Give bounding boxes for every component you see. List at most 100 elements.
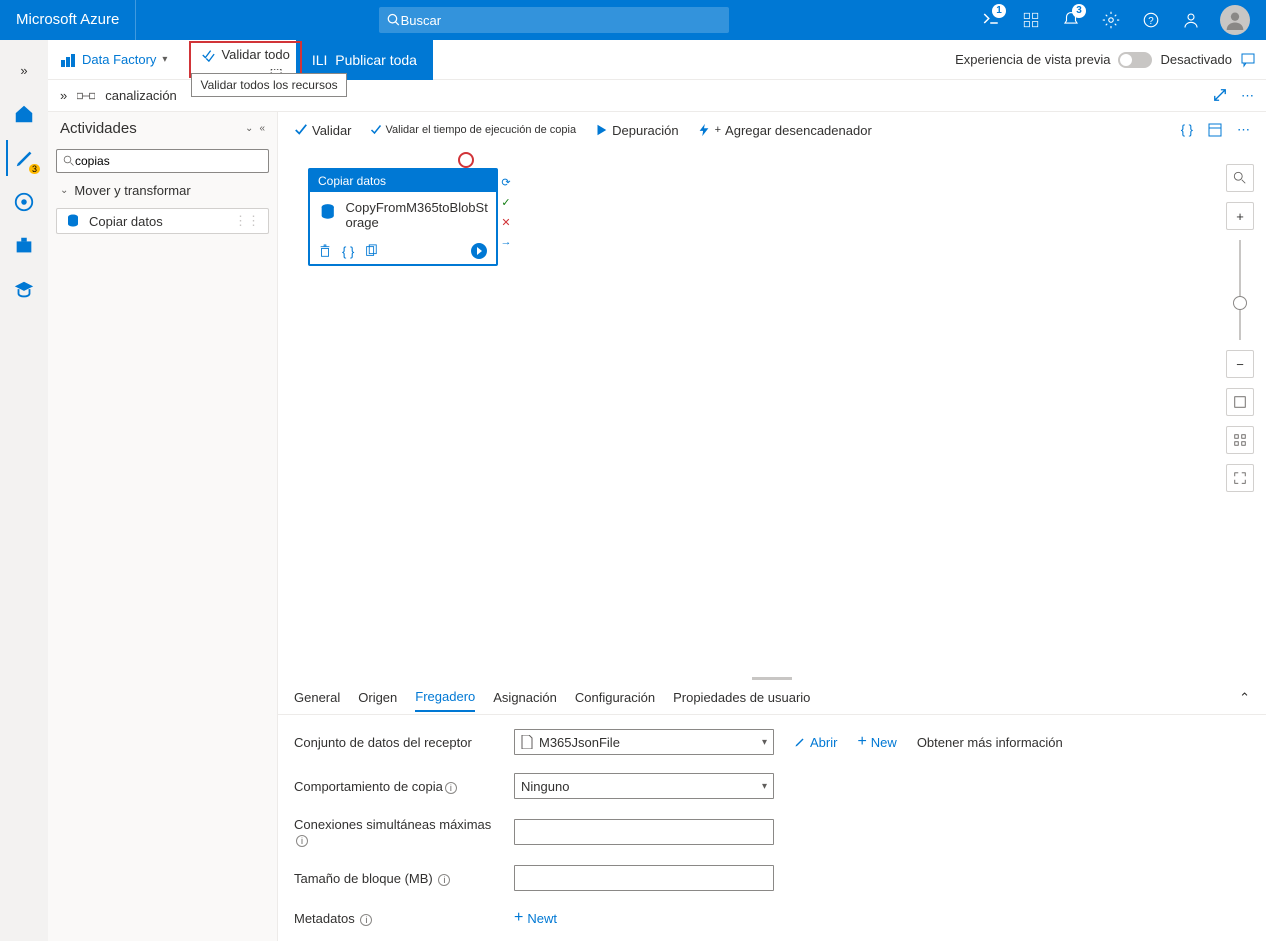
feedback-small-icon[interactable] [1240,52,1256,68]
feedback-icon[interactable] [1172,0,1210,40]
activities-collapse-left-icon[interactable]: « [259,123,265,134]
info-icon[interactable]: i [296,835,308,847]
node-run-icon[interactable] [470,242,488,260]
breadcrumb-expand-icon[interactable]: » [60,88,67,103]
node-code-icon[interactable]: { } [342,244,354,259]
chevron-down-icon: ⌄ [60,185,68,196]
activities-collapse-down-icon[interactable]: ⌄ [245,123,253,134]
node-success-icon: ✓ [498,194,514,210]
file-icon [521,735,533,749]
debug-button[interactable]: Depuración [594,123,679,138]
zoom-out-button[interactable]: − [1226,350,1254,378]
node-output-icon[interactable]: → [498,234,514,250]
tab-userprops[interactable]: Propiedades de usuario [673,684,810,711]
zoom-slider[interactable] [1239,240,1241,340]
rail-learn-icon[interactable] [6,272,42,308]
canvas-toolbar: Validar Validar el tiempo de ejecución d… [278,112,1266,148]
breadcrumb-more-icon[interactable]: ⋯ [1241,88,1254,104]
chevron-down-icon: ▾ [762,781,767,792]
rail-author-badge: 3 [29,164,40,174]
validate-all-button[interactable]: Validar todo [201,47,289,62]
more-info-link[interactable]: Obtener más información [917,735,1063,750]
azure-top-bar: Microsoft Azure 1 3 ? [0,0,1266,40]
settings-gear-icon[interactable] [1092,0,1130,40]
copy-behavior-label: Comportamiento de copiai [294,779,494,794]
node-fail-icon: ✕ [498,214,514,230]
global-search-input[interactable] [401,13,722,28]
sink-dataset-select[interactable]: M365JsonFile ▾ [514,729,774,755]
expand-diag-icon[interactable] [1213,88,1227,102]
block-size-label: Tamaño de bloque (MB) i [294,871,494,886]
global-search[interactable] [379,7,729,33]
canvas-node-copy[interactable]: Copiar datos CopyFromM365toBlobStorage {… [308,168,498,266]
svg-text:?: ? [1148,16,1154,27]
zoom-controls: + − [1226,164,1254,492]
error-indicator-icon [458,152,474,168]
validate-button[interactable]: Validar [294,123,352,138]
rail-manage-icon[interactable] [6,228,42,264]
cloud-shell-icon[interactable]: 1 [972,0,1010,40]
directories-icon[interactable] [1012,0,1050,40]
publish-label: Publicar toda [335,52,417,68]
help-icon[interactable]: ? [1132,0,1170,40]
clone-icon[interactable] [364,244,378,258]
activities-search-input[interactable] [75,154,262,168]
preview-toggle[interactable] [1118,52,1152,68]
zoom-in-button[interactable]: + [1226,202,1254,230]
canvas-search-icon[interactable] [1226,164,1254,192]
zoom-fit-icon[interactable] [1226,388,1254,416]
info-icon[interactable]: i [438,874,450,886]
properties-icon[interactable] [1207,122,1223,138]
code-view-icon[interactable]: { } [1181,122,1193,138]
new-dataset-link[interactable]: + New [857,733,896,751]
zoom-fullscreen-icon[interactable] [1226,464,1254,492]
info-icon[interactable]: i [445,782,457,794]
pipeline-canvas[interactable]: Copiar datos CopyFromM365toBlobStorage {… [278,148,1266,675]
activities-search[interactable] [56,149,269,173]
breadcrumb-pipeline[interactable]: canalización [105,88,177,103]
delete-icon[interactable] [318,244,332,258]
block-size-input[interactable] [514,865,774,891]
add-trigger-button[interactable]: + Agregar desencadenador [697,123,872,138]
metadata-new-link[interactable]: + Newt [514,909,557,927]
rail-monitor-icon[interactable] [6,184,42,220]
search-icon [387,13,400,27]
copy-behavior-select[interactable]: Ninguno ▾ [514,773,774,799]
tab-mapping[interactable]: Asignación [493,684,557,711]
activity-copy-label: Copiar datos [89,214,163,229]
copy-data-icon [65,213,81,229]
canvas-more-icon[interactable]: ⋯ [1237,122,1250,138]
tab-general[interactable]: General [294,684,340,711]
notifications-icon[interactable]: 3 [1052,0,1090,40]
data-factory-dropdown[interactable]: Data Factory ▾ [60,52,167,68]
info-icon[interactable]: i [360,914,372,926]
rail-home-icon[interactable] [6,96,42,132]
chevron-down-icon: ▾ [762,737,767,748]
search-icon [63,155,75,167]
cloud-shell-badge: 1 [992,4,1006,18]
group-move-label: Mover y transformar [74,183,190,198]
rail-author-icon[interactable]: 3 [6,140,42,176]
activity-copy-data[interactable]: Copiar datos ⋮⋮ [56,208,269,234]
copy-data-icon [318,200,337,224]
drag-handle-icon[interactable]: ⋮⋮ [234,213,260,229]
notifications-badge: 3 [1072,4,1086,18]
data-factory-label: Data Factory [82,52,156,67]
rail-expand-icon[interactable]: » [6,52,42,88]
tabs-collapse-icon[interactable]: ⌃ [1239,690,1250,706]
plus-icon: + [857,733,866,751]
tab-settings[interactable]: Configuración [575,684,655,711]
brand-label: Microsoft Azure [0,0,136,40]
validate-all-label: Validar todo [221,47,289,62]
node-title: Copiar datos [310,170,496,192]
validate-copy-runtime-button[interactable]: Validar el tiempo de ejecución de copia [370,124,577,136]
node-refresh-icon[interactable]: ⟳ [498,174,514,190]
open-dataset-link[interactable]: Abrir [794,735,837,750]
group-move-transform[interactable]: ⌄ Mover y transformar [48,177,277,204]
zoom-autolayout-icon[interactable] [1226,426,1254,454]
max-conn-input[interactable] [514,819,774,845]
tab-sink[interactable]: Fregadero [415,683,475,712]
validate-all-tooltip: Validar todos los recursos [191,73,346,97]
tab-source[interactable]: Origen [358,684,397,711]
user-avatar[interactable] [1220,5,1250,35]
